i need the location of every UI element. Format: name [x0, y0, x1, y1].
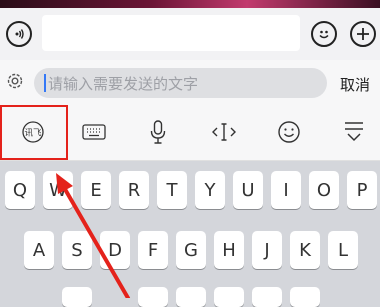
annotation-arrow: [56, 173, 130, 298]
arrow-shaft: [60, 182, 130, 298]
